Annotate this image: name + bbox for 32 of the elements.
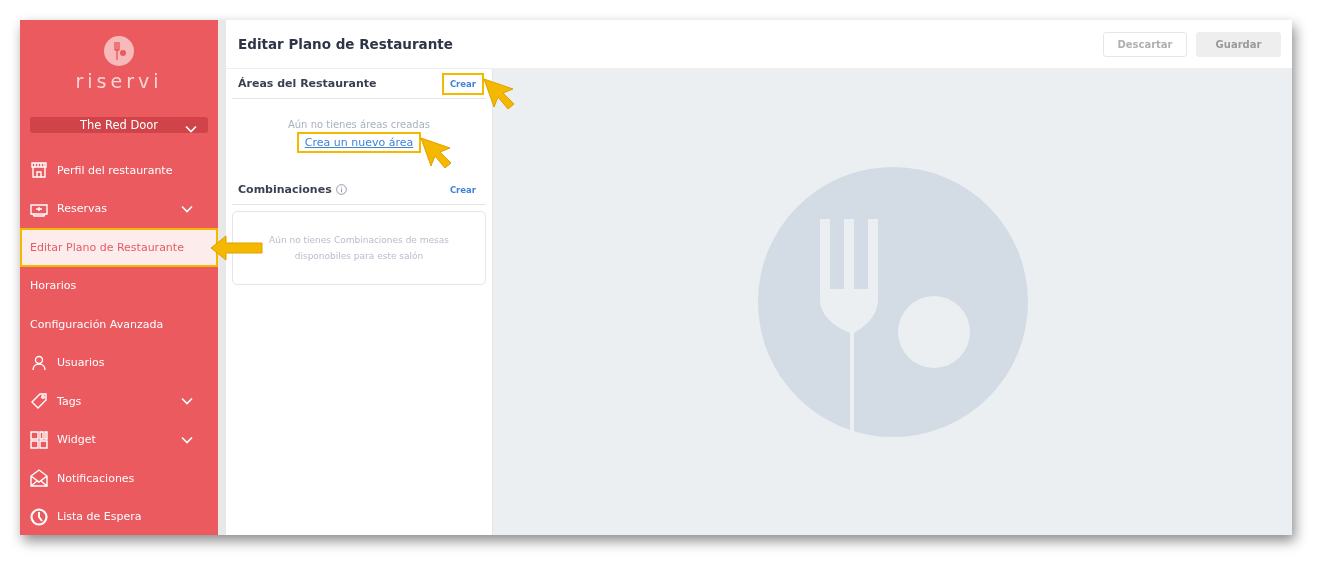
section-title: Combinaciones xyxy=(238,183,347,196)
create-link[interactable]: Crear xyxy=(443,74,482,93)
clock-icon xyxy=(30,507,48,526)
brand-name: riservi xyxy=(75,70,163,92)
logo-icon xyxy=(104,36,134,66)
envelope-icon xyxy=(30,469,48,488)
pointer-arrow-icon xyxy=(210,235,264,261)
sidebar-item[interactable]: Reservas xyxy=(20,189,218,228)
info-icon xyxy=(335,184,347,195)
sidebar-item[interactable]: Configuración Avanzada xyxy=(20,305,218,344)
empty-message: Aún no tienes Combinaciones de mesas disponobiles para este salón xyxy=(268,234,450,263)
empty-message: Aún no tienes áreas creadas xyxy=(287,119,431,130)
tag-icon xyxy=(30,392,48,411)
create-link[interactable]: Crear xyxy=(443,180,482,199)
sidebar-item[interactable]: Perfil del restaurante xyxy=(20,151,218,190)
sidebar-item[interactable]: Tags xyxy=(20,382,218,421)
section-title: Áreas del Restaurante xyxy=(238,77,377,90)
sidebar-item[interactable]: Horarios xyxy=(20,266,218,305)
create-area-link[interactable]: Crea un nuevo área xyxy=(298,134,420,151)
sidebar-item[interactable]: Widget xyxy=(20,420,218,459)
restaurant-selector[interactable]: The Red Door xyxy=(30,117,208,133)
page-title: Editar Plano de Restaurante xyxy=(238,36,453,52)
discard-button[interactable]: Descartar xyxy=(1103,31,1187,57)
grid-icon xyxy=(30,430,48,449)
storefront-icon xyxy=(30,161,48,180)
pointer-arrow-icon xyxy=(419,136,454,170)
user-icon xyxy=(30,353,48,372)
pointer-arrow-icon xyxy=(482,76,516,111)
sidebar-item[interactable]: Usuarios xyxy=(20,343,218,382)
sidebar-item[interactable]: Lista de Espera xyxy=(20,497,218,535)
sidebar-item[interactable]: Notificaciones xyxy=(20,459,218,498)
sidebar-item[interactable]: Editar Plano de Restaurante xyxy=(20,228,218,267)
